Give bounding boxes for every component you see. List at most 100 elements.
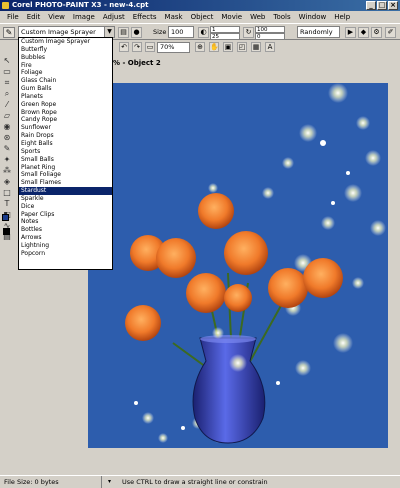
window-controls: _ □ × [366, 1, 398, 10]
menu-file[interactable]: File [3, 11, 23, 23]
list-item[interactable]: Popcorn [19, 250, 112, 258]
text-icon[interactable]: A [265, 42, 275, 52]
eyedropper-tool-icon[interactable]: ⁄ [2, 100, 12, 110]
document-window: % - Object 2 [85, 56, 400, 449]
image-sprayer-select-value: Custom Image Sprayer [21, 28, 96, 36]
transparency-icon[interactable]: ◐ [198, 27, 209, 38]
list-item[interactable]: Sports [19, 148, 112, 156]
list-item[interactable]: Small Foliage [19, 171, 112, 179]
menu-web[interactable]: Web [246, 11, 269, 23]
image-canvas[interactable] [88, 83, 388, 448]
list-item[interactable]: Gum Balls [19, 85, 112, 93]
paint-tool-icon[interactable]: ✎ [2, 144, 12, 154]
spray-order-select[interactable]: Randomly [297, 26, 340, 38]
list-item[interactable]: Small Balls [19, 156, 112, 164]
list-item-selected[interactable]: Stardust [19, 187, 112, 195]
rectangle-tool-icon[interactable]: □ [2, 188, 12, 198]
menu-tools[interactable]: Tools [269, 11, 294, 23]
spin-a-bottom-input[interactable]: 25 [210, 33, 240, 40]
hint-status: Use CTRL to draw a straight line or cons… [122, 478, 268, 486]
mask-icon[interactable]: ▣ [223, 42, 233, 52]
fill-tool-icon[interactable]: ◈ [2, 177, 12, 187]
redeye-tool-icon[interactable]: ◉ [2, 122, 12, 132]
title-bar: Corel PHOTO-PAINT X3 - new-4.cpt _ □ × [0, 0, 400, 11]
list-item[interactable]: Paper Clips [19, 211, 112, 219]
foreground-color-swatch[interactable] [2, 214, 9, 221]
menu-effects[interactable]: Effects [129, 11, 161, 23]
rotate-icon[interactable]: ↻ [243, 27, 254, 38]
menu-movie[interactable]: Movie [217, 11, 246, 23]
list-item[interactable]: Dice [19, 203, 112, 211]
list-item[interactable]: Planet Ring [19, 164, 112, 172]
hand-icon[interactable]: ✋ [209, 42, 219, 52]
status-bar: File Size: 0 bytes ▾ Use CTRL to draw a … [0, 475, 400, 488]
list-item[interactable]: Custom Image Sprayer [19, 38, 112, 46]
list-item[interactable]: Sparkle [19, 195, 112, 203]
list-item[interactable]: Lightning [19, 242, 112, 250]
list-item[interactable]: Notes [19, 218, 112, 226]
spin-b-top-input[interactable]: 100 [255, 26, 285, 33]
application-window: Corel PHOTO-PAINT X3 - new-4.cpt _ □ × F… [0, 0, 400, 488]
mask-tool-icon[interactable]: ▭ [2, 67, 12, 77]
size-input[interactable]: 100 [168, 26, 194, 38]
settings-icon[interactable]: ⚙ [371, 27, 382, 38]
eraser-tool-icon[interactable]: ▱ [2, 111, 12, 121]
menu-image[interactable]: Image [69, 11, 99, 23]
menu-view[interactable]: View [44, 11, 69, 23]
menu-adjust[interactable]: Adjust [99, 11, 129, 23]
zoom-level-select[interactable]: 70% [157, 42, 190, 53]
zoom-level-value: 70% [160, 43, 175, 51]
object-icon[interactable]: ◰ [237, 42, 247, 52]
list-item[interactable]: Small Flames [19, 179, 112, 187]
zoom-icon[interactable]: ⊕ [195, 42, 205, 52]
layer-icon[interactable]: ▦ [251, 42, 261, 52]
standard-toolbar: ↶ ↷ ▭ 70% ⊕ ✋ ▣ ◰ ▦ A [113, 41, 400, 54]
minimize-button[interactable]: _ [366, 1, 376, 10]
brush-picker-icon[interactable]: ✎ [3, 27, 15, 38]
load-sprayer-icon[interactable]: ▤ [118, 27, 129, 38]
clone-tool-icon[interactable]: ⊛ [2, 133, 12, 143]
list-item[interactable]: Bubbles [19, 54, 112, 62]
list-item[interactable]: Candy Rope [19, 116, 112, 124]
canvas-artwork [88, 83, 388, 448]
list-item[interactable]: Green Rope [19, 101, 112, 109]
fill-color-swatch[interactable] [3, 228, 10, 235]
list-item[interactable]: Glass Chain [19, 77, 112, 85]
play-icon[interactable]: ▶ [345, 27, 356, 38]
stylus-icon[interactable]: ✐ [385, 27, 396, 38]
list-item[interactable]: Eight Balls [19, 140, 112, 148]
redo-icon[interactable]: ↷ [132, 42, 142, 52]
corel-app-icon [2, 2, 9, 9]
list-item[interactable]: Foliage [19, 69, 112, 77]
list-item[interactable]: Rain Drops [19, 132, 112, 140]
undo-icon[interactable]: ↶ [119, 42, 129, 52]
menu-help[interactable]: Help [330, 11, 354, 23]
list-item[interactable]: Arrows [19, 234, 112, 242]
menu-window[interactable]: Window [295, 11, 331, 23]
crop-tool-icon[interactable]: ⌗ [2, 78, 12, 88]
list-item[interactable]: Fire [19, 62, 112, 70]
effect-tool-icon[interactable]: ✦ [2, 155, 12, 165]
text-tool-icon[interactable]: T [2, 199, 12, 209]
image-sprayer-dropdown-list[interactable]: Custom Image Sprayer Butterfly Bubbles F… [18, 37, 113, 270]
spin-b-bottom-input[interactable]: 0 [255, 33, 285, 40]
close-button[interactable]: × [388, 1, 398, 10]
list-item[interactable]: Butterfly [19, 46, 112, 54]
menu-object[interactable]: Object [187, 11, 218, 23]
list-item[interactable]: Brown Rope [19, 109, 112, 117]
list-item[interactable]: Planets [19, 93, 112, 101]
chevron-down-icon[interactable]: ▼ [104, 27, 114, 37]
menu-mask[interactable]: Mask [161, 11, 187, 23]
brush-nib-icon[interactable]: ● [131, 27, 142, 38]
menu-edit[interactable]: Edit [23, 11, 45, 23]
print-icon[interactable]: ▭ [145, 42, 155, 52]
pick-tool-icon[interactable]: ↖ [2, 56, 12, 66]
list-item[interactable]: Bottles [19, 226, 112, 234]
dab-icon[interactable]: ◆ [358, 27, 369, 38]
menu-bar: File Edit View Image Adjust Effects Mask… [0, 11, 400, 23]
list-item[interactable]: Sunflower [19, 124, 112, 132]
maximize-button[interactable]: □ [377, 1, 387, 10]
zoom-tool-icon[interactable]: ⌕ [2, 89, 12, 99]
sprayer-tool-icon[interactable]: ⁂ [2, 166, 12, 176]
spin-a-top-input[interactable]: 1 [210, 26, 240, 33]
